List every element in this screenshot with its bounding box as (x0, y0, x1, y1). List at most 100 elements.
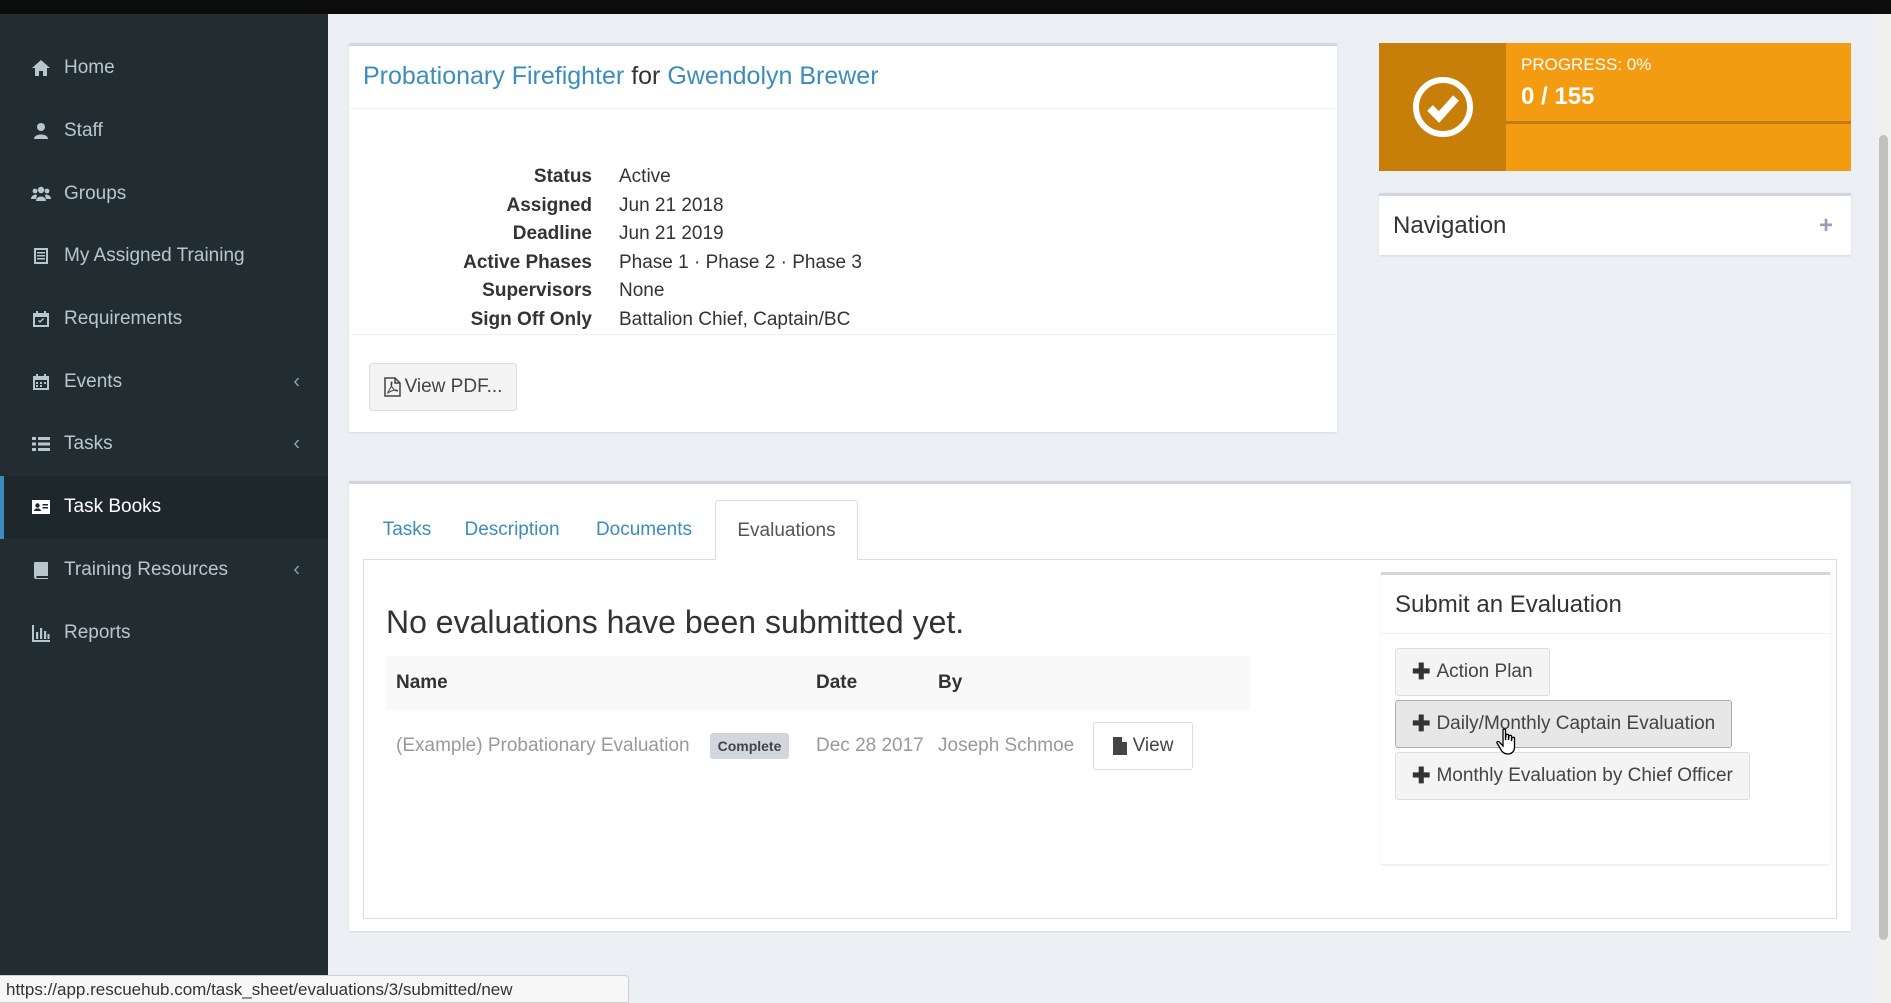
sidebar-item-label: Staff (64, 120, 103, 142)
plus-icon: ✚ (1412, 711, 1431, 736)
divider (349, 108, 1337, 109)
divider (349, 334, 1337, 335)
progress-bar (1506, 121, 1851, 124)
detail-value: Jun 21 2019 (619, 223, 724, 244)
sidebar-item-events[interactable]: Events ‹ (0, 350, 328, 413)
tab-documents[interactable]: Documents (573, 500, 715, 560)
tab-description[interactable]: Description (453, 500, 571, 560)
scrollbar-thumb[interactable] (1879, 135, 1888, 940)
evaluations-table: Name Date By (Example) Probationary Eval… (386, 656, 1250, 782)
detail-label: Deadline (512, 223, 592, 244)
sidebar-item-tasks[interactable]: Tasks ‹ (0, 413, 328, 476)
detail-label: Supervisors (482, 280, 592, 301)
sidebar-item-label: Tasks (64, 433, 113, 455)
hand-cursor-icon (1496, 728, 1516, 755)
sidebar-item-label: Training Resources (64, 558, 229, 580)
calendar-check-icon (30, 308, 52, 330)
eval-name: (Example) Probationary Evaluation (396, 735, 690, 756)
taskbook-card: Probationary Firefighter for Gwendolyn B… (349, 43, 1337, 432)
eval-action-cell: View (1083, 710, 1250, 782)
sidebar-item-home[interactable]: Home (0, 37, 328, 100)
empty-message: No evaluations have been submitted yet. (386, 604, 965, 640)
sidebar-item-groups[interactable]: Groups (0, 162, 328, 225)
chevron-left-icon: ‹ (293, 432, 300, 455)
detail-label: Active Phases (463, 251, 592, 273)
user-icon (30, 120, 52, 142)
tab-evaluations[interactable]: Evaluations (715, 500, 858, 561)
status-badge: Complete (709, 733, 790, 759)
status-bar-url: https://app.rescuehub.com/task_sheet/eva… (0, 975, 629, 1003)
tab-tasks[interactable]: Tasks (363, 500, 451, 560)
file-pdf-icon (383, 377, 401, 397)
title-connector: for (631, 62, 661, 90)
detail-value: Battalion Chief, Captain/BC (619, 308, 851, 330)
sidebar-item-label: My Assigned Training (64, 245, 245, 267)
submit-evaluation-title: Submit an Evaluation (1395, 591, 1622, 618)
detail-value: Phase 1 · Phase 2 · Phase 3 (619, 251, 862, 273)
navigation-box: Navigation + (1379, 193, 1851, 255)
sidebar-item-training-resources[interactable]: Training Resources ‹ (0, 539, 328, 602)
chief-officer-evaluation-button[interactable]: ✚ Monthly Evaluation by Chief Officer (1395, 752, 1750, 800)
sidebar-item-my-assigned-training[interactable]: My Assigned Training (0, 225, 328, 288)
eval-name-cell: (Example) Probationary Evaluation Complet… (386, 710, 806, 782)
detail-value: Jun 21 2018 (619, 194, 724, 216)
sidebar-item-label: Reports (64, 621, 131, 643)
progress-icon-area (1379, 43, 1506, 171)
bar-chart-icon (30, 622, 52, 644)
sidebar-item-label: Home (64, 57, 115, 79)
sidebar-item-requirements[interactable]: Requirements (0, 288, 328, 351)
detail-value: Active (619, 166, 671, 187)
sidebar-item-staff[interactable]: Staff (0, 100, 328, 163)
eval-date: Dec 28 2017 (816, 735, 924, 756)
plus-icon: ✚ (1412, 763, 1431, 788)
expand-plus-icon[interactable]: + (1819, 212, 1833, 240)
users-icon (30, 183, 52, 205)
detail-label: Assigned (506, 194, 592, 216)
sidebar-item-label: Events (64, 370, 123, 392)
view-pdf-button[interactable]: View PDF... (369, 363, 517, 411)
button-label: Daily/Monthly Captain Evaluation (1436, 713, 1716, 734)
detail-label: Sign Off Only (470, 308, 592, 330)
button-label: Monthly Evaluation by Chief Officer (1436, 765, 1733, 786)
button-label: Action Plan (1436, 661, 1533, 682)
column-header-actions (1083, 656, 1250, 710)
action-plan-button[interactable]: ✚ Action Plan (1395, 648, 1550, 696)
person-link[interactable]: Gwendolyn Brewer (667, 62, 878, 90)
page-title: Probationary Firefighter for Gwendolyn B… (363, 62, 879, 91)
book-icon (30, 559, 52, 581)
detail-value: None (619, 280, 665, 301)
column-header-date: Date (806, 656, 928, 710)
captain-evaluation-button[interactable]: ✚ Daily/Monthly Captain Evaluation (1395, 700, 1733, 748)
chevron-left-icon: ‹ (293, 370, 300, 393)
table-row: (Example) Probationary Evaluation Complet… (386, 710, 1250, 782)
file-icon (1112, 737, 1127, 755)
taskbook-role-link[interactable]: Probationary Firefighter (363, 62, 624, 90)
address-card-icon (30, 496, 52, 518)
home-icon (30, 57, 52, 79)
sidebar-item-label: Groups (64, 182, 127, 204)
tabs-card: Tasks Description Documents Evaluations … (349, 481, 1851, 931)
progress-count: 0 / 155 (1521, 83, 1595, 110)
plus-icon: ✚ (1412, 659, 1431, 684)
view-pdf-label: View PDF... (404, 376, 503, 397)
divider (1381, 633, 1830, 634)
list-icon (30, 433, 52, 455)
window-top-bar (0, 0, 1891, 14)
progress-label: PROGRESS: 0% (1521, 55, 1652, 74)
sidebar-item-reports[interactable]: Reports (0, 601, 328, 664)
column-header-by: By (928, 656, 1083, 710)
sidebar: Home Staff Groups My Assigned Training R… (0, 14, 328, 1003)
chevron-left-icon: ‹ (293, 558, 300, 581)
sidebar-item-label: Task Books (64, 496, 162, 518)
calendar-icon (30, 371, 52, 393)
progress-box: PROGRESS: 0% 0 / 155 (1379, 43, 1851, 171)
sidebar-item-task-books[interactable]: Task Books (0, 475, 328, 539)
eval-by: Joseph Schmoe (938, 735, 1075, 756)
column-header-name: Name (386, 656, 806, 710)
view-evaluation-button[interactable]: View (1093, 722, 1193, 770)
navigation-title: Navigation (1393, 212, 1507, 239)
view-label: View (1132, 735, 1174, 756)
sidebar-item-label: Requirements (64, 308, 183, 330)
table-header-row: Name Date By (386, 656, 1250, 710)
detail-label: Status (533, 166, 592, 187)
